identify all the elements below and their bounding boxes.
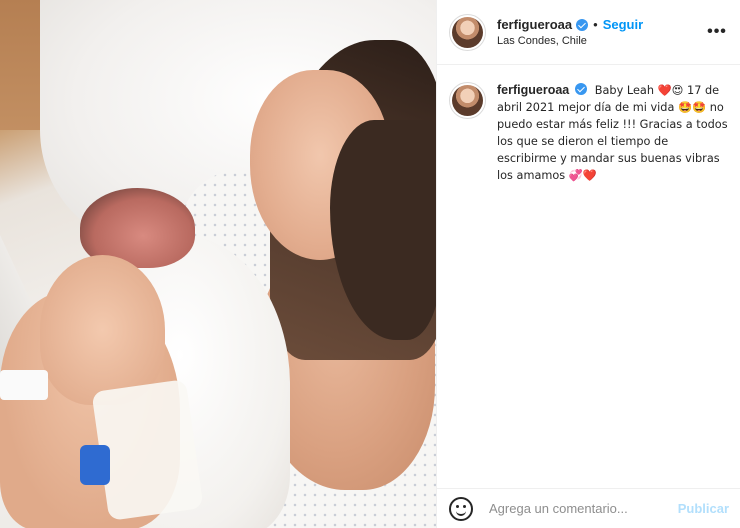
header-info: ferfigueroaa • Seguir Las Condes, Chile	[497, 17, 707, 47]
avatar-image	[452, 16, 483, 48]
follow-button[interactable]: Seguir	[603, 17, 643, 32]
separator-dot: •	[593, 17, 598, 32]
iv-connector	[80, 445, 110, 485]
caption-text: Baby Leah ❤️😍 17 de abril 2021 mejor día…	[497, 84, 728, 182]
caption-avatar[interactable]	[449, 82, 486, 119]
avatar-image	[452, 85, 483, 116]
verified-badge-icon	[576, 18, 589, 31]
hospital-wristband	[0, 370, 48, 400]
caption-username[interactable]: ferfigueroaa	[497, 83, 569, 97]
mother-hand	[40, 255, 165, 405]
header-avatar[interactable]	[449, 13, 486, 51]
publish-button[interactable]: Publicar	[678, 501, 729, 516]
header-line: ferfigueroaa • Seguir	[497, 17, 707, 32]
header-username[interactable]: ferfigueroaa	[497, 17, 572, 32]
post-photo[interactable]	[0, 0, 436, 528]
caption-body: ferfigueroaa Baby Leah ❤️😍 17 de abril 2…	[497, 82, 729, 184]
post-side-panel: ferfigueroaa • Seguir Las Condes, Chile …	[436, 0, 740, 528]
post-header: ferfigueroaa • Seguir Las Condes, Chile …	[437, 0, 740, 65]
caption-comment: ferfigueroaa Baby Leah ❤️😍 17 de abril 2…	[449, 82, 729, 184]
verified-badge-icon	[575, 83, 588, 95]
location-link[interactable]: Las Condes, Chile	[497, 35, 707, 47]
more-options-icon[interactable]: •••	[707, 23, 727, 41]
emoji-smile-icon[interactable]	[449, 496, 473, 521]
comment-input[interactable]	[489, 501, 678, 516]
comment-composer: Publicar	[437, 488, 740, 528]
